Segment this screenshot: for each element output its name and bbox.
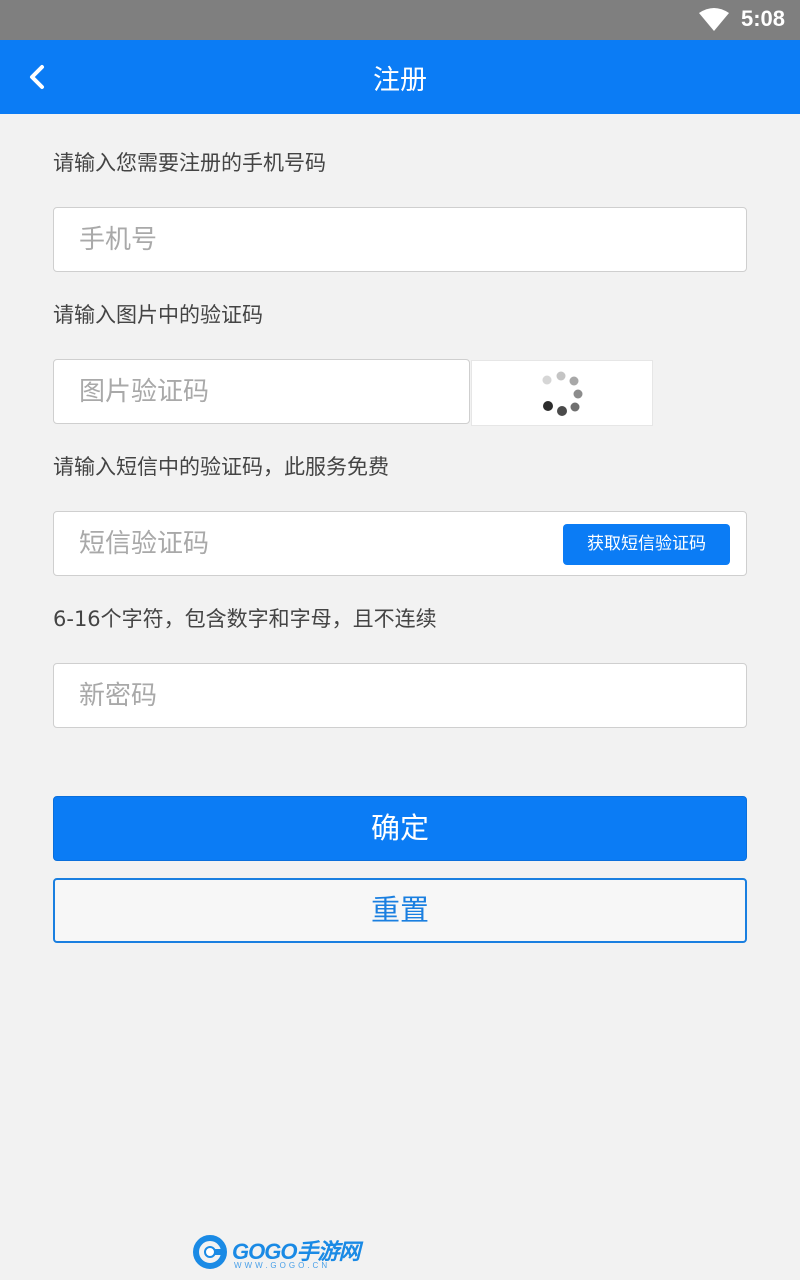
- app-bar: 注册: [0, 40, 800, 114]
- phone-label: 请输入您需要注册的手机号码: [53, 151, 326, 175]
- captcha-label: 请输入图片中的验证码: [53, 303, 263, 327]
- status-time: 5:08: [741, 6, 786, 31]
- password-label: 6-16个字符，包含数字和字母，且不连续: [53, 607, 437, 631]
- logo-url-text: WWW.GOGO.CN: [234, 1261, 331, 1270]
- sms-input[interactable]: [79, 512, 633, 575]
- loading-spinner-icon: [542, 371, 583, 416]
- phone-input[interactable]: [79, 208, 633, 271]
- get-sms-code-button[interactable]: 获取短信验证码: [563, 524, 730, 565]
- captcha-image[interactable]: [471, 360, 653, 426]
- captcha-field: [53, 359, 470, 424]
- page-title: 注册: [373, 65, 427, 96]
- confirm-button[interactable]: 确定: [53, 796, 747, 861]
- logo-icon: [193, 1235, 227, 1269]
- watermark-logo: GOGO手游网 WWW.GOGO.CN: [192, 1233, 362, 1273]
- sms-field: 获取短信验证码: [53, 511, 747, 576]
- password-input[interactable]: [79, 664, 633, 727]
- password-field: [53, 663, 747, 728]
- status-bar: 5:08: [0, 0, 800, 40]
- wifi-icon: [699, 8, 729, 31]
- phone-field: [53, 207, 747, 272]
- sms-label: 请输入短信中的验证码，此服务免费: [53, 455, 389, 479]
- reset-button[interactable]: 重置: [53, 878, 747, 943]
- captcha-input[interactable]: [79, 360, 411, 423]
